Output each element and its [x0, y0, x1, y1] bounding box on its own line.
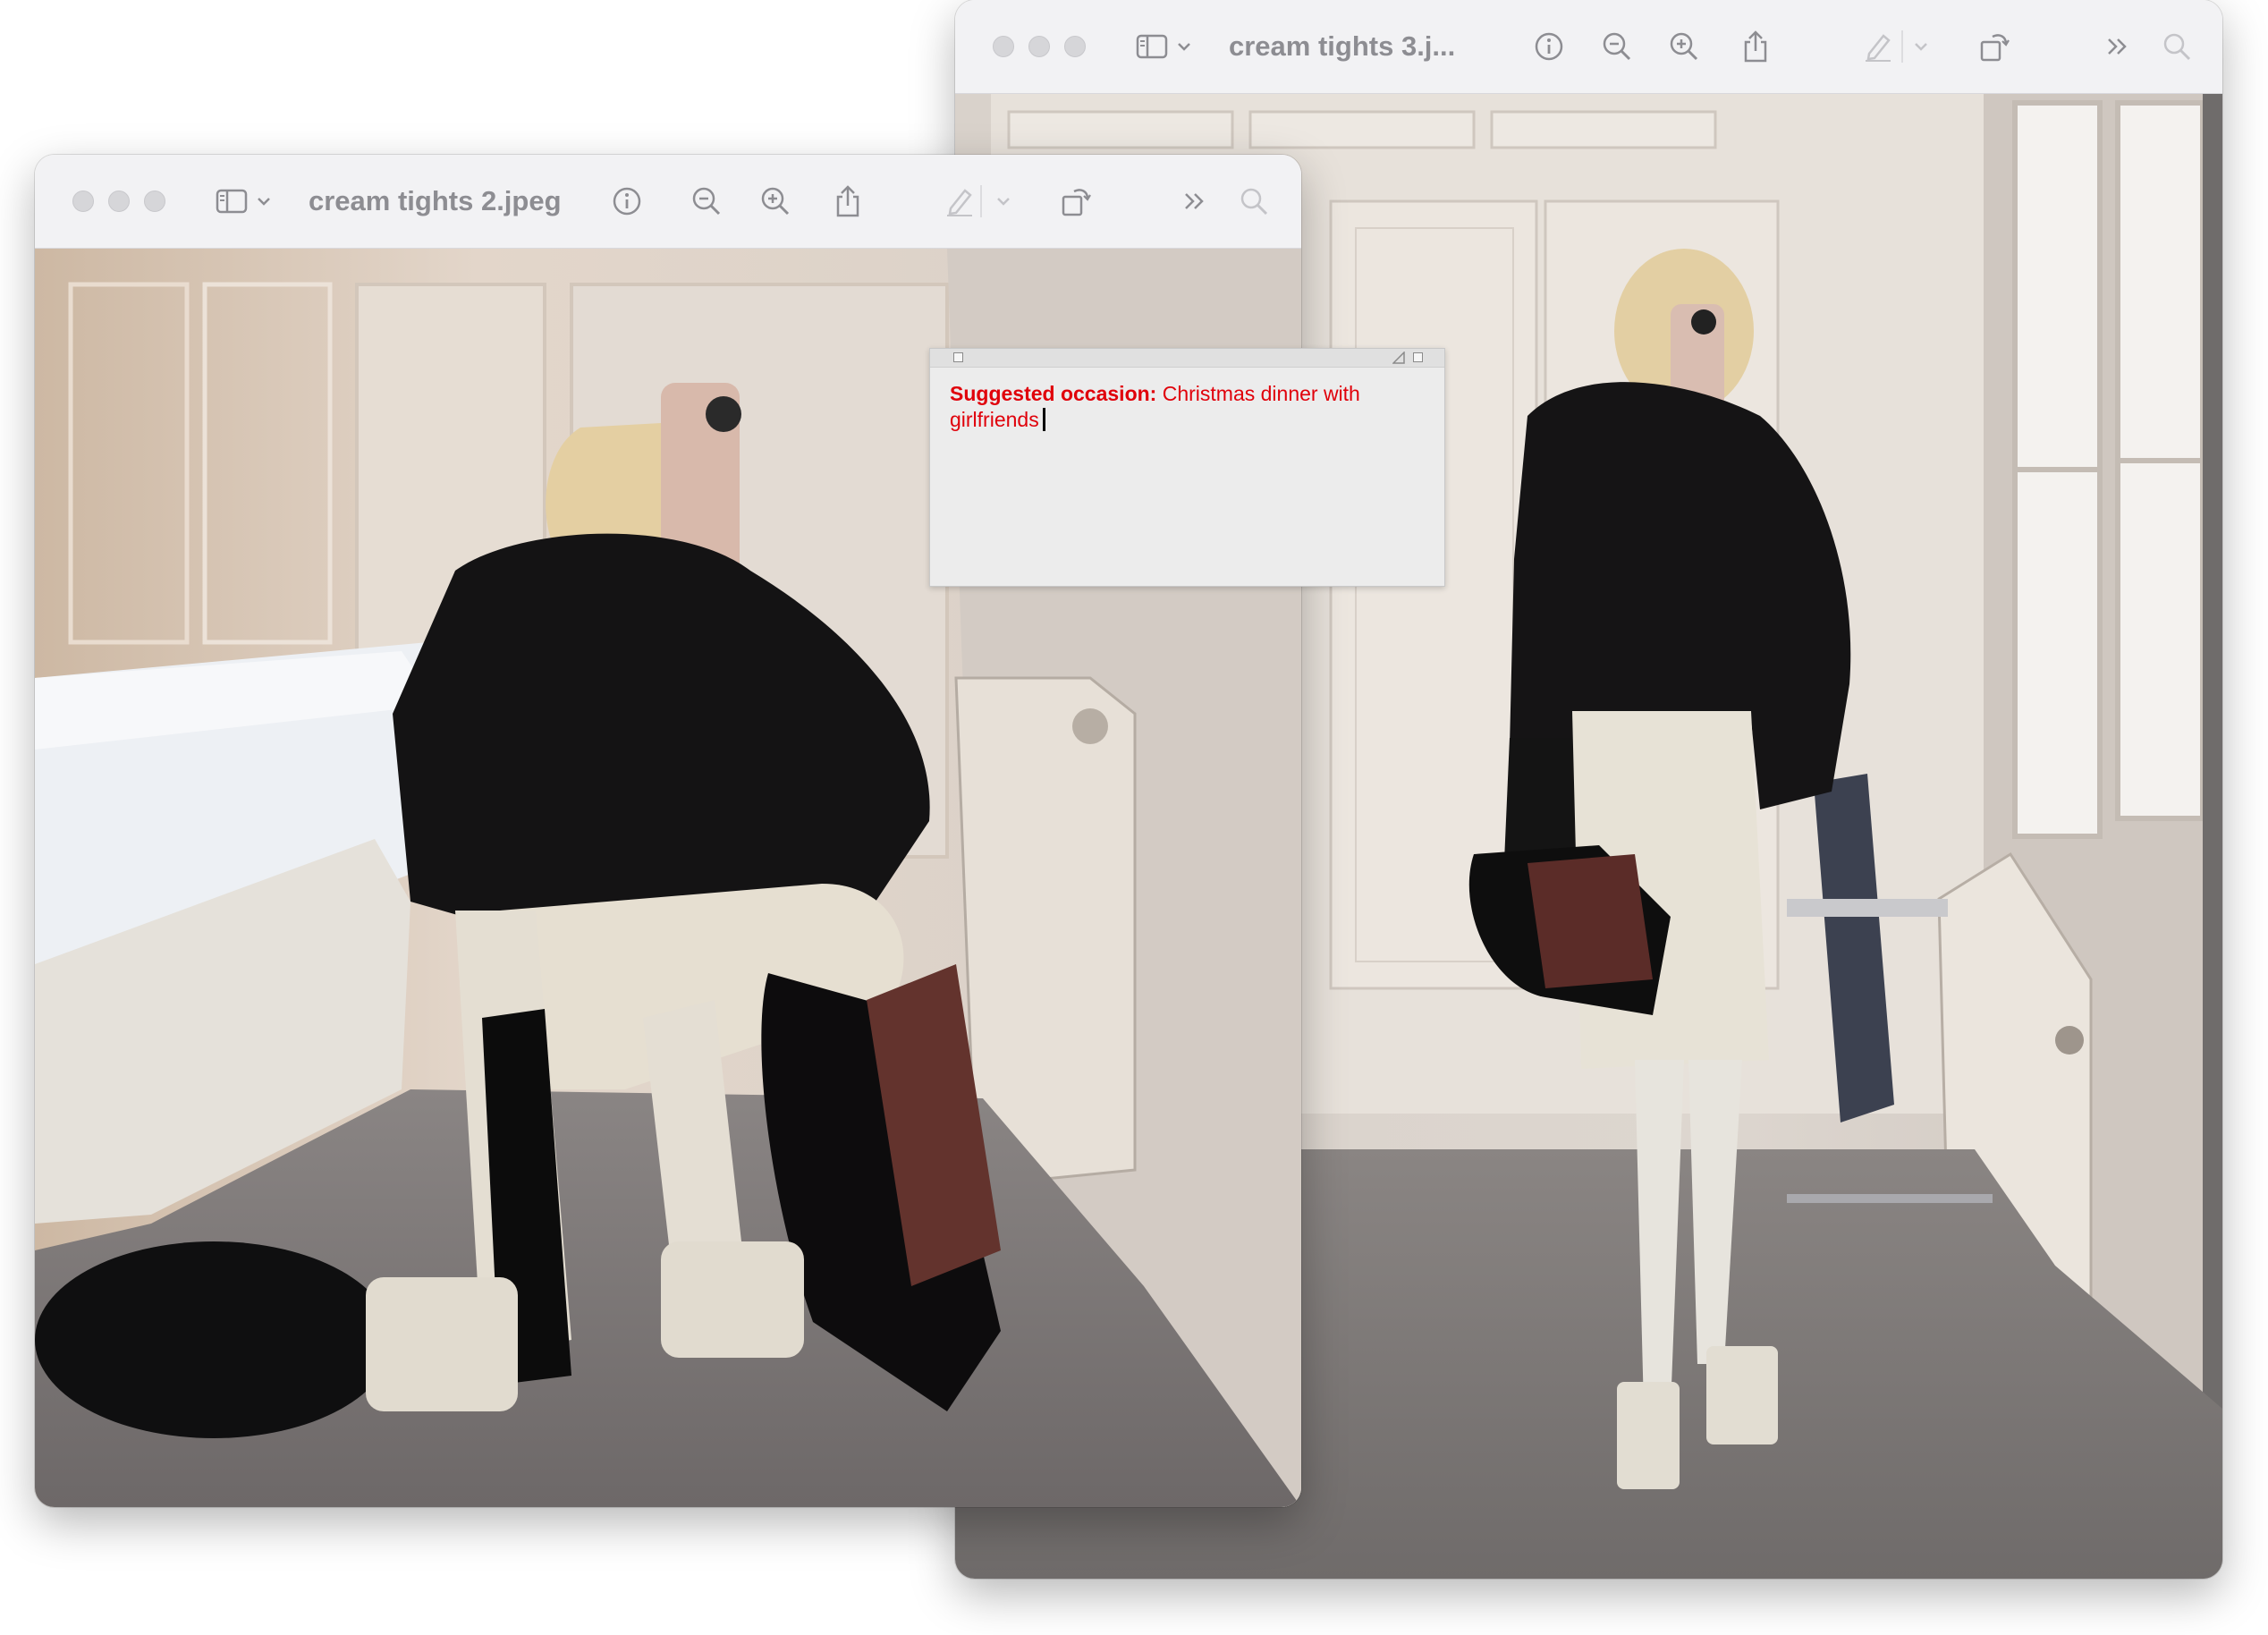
window-toolbar: cream tights 2.jpeg	[35, 155, 1301, 249]
window-controls	[993, 36, 1086, 57]
note-titlebar[interactable]	[930, 349, 1444, 368]
window-title: cream tights 2.jpeg	[309, 185, 562, 216]
resize-icon[interactable]	[1392, 351, 1405, 364]
minimize-button[interactable]	[1028, 36, 1050, 57]
chevron-down-icon[interactable]	[994, 155, 1012, 248]
search-icon[interactable]	[1236, 155, 1272, 248]
note-text[interactable]: Suggested occasion: Christmas dinner wit…	[950, 381, 1426, 433]
close-button[interactable]	[993, 36, 1014, 57]
chevron-down-icon[interactable]	[1175, 0, 1193, 93]
markup-icon[interactable]	[942, 155, 977, 248]
zoom-out-icon[interactable]	[689, 155, 724, 248]
zoom-out-icon[interactable]	[1599, 0, 1635, 93]
search-icon[interactable]	[2159, 0, 2195, 93]
info-icon[interactable]	[1531, 0, 1567, 93]
zoom-in-icon[interactable]	[757, 155, 793, 248]
share-icon[interactable]	[830, 155, 866, 248]
note-collapse-button[interactable]	[1413, 352, 1423, 362]
text-cursor	[1042, 408, 1045, 431]
note-label: Suggested occasion:	[950, 382, 1157, 405]
sidebar-icon[interactable]	[214, 155, 250, 248]
rotate-icon[interactable]	[1976, 0, 2012, 93]
more-icon[interactable]	[2100, 0, 2136, 93]
zoom-in-icon[interactable]	[1666, 0, 1702, 93]
window-toolbar: cream tights 3.j...	[955, 0, 2222, 94]
more-icon[interactable]	[1177, 155, 1213, 248]
share-icon[interactable]	[1738, 0, 1773, 93]
chevron-down-icon[interactable]	[255, 155, 273, 248]
window-title: cream tights 3.j...	[1229, 30, 1456, 62]
sidebar-icon[interactable]	[1134, 0, 1170, 93]
zoom-button[interactable]	[1064, 36, 1086, 57]
toolbar-separator	[980, 185, 982, 217]
minimize-button[interactable]	[108, 191, 130, 212]
close-button[interactable]	[72, 191, 94, 212]
zoom-button[interactable]	[144, 191, 165, 212]
note-annotation[interactable]: Suggested occasion: Christmas dinner wit…	[929, 348, 1445, 587]
info-icon[interactable]	[609, 155, 645, 248]
window-controls	[72, 191, 165, 212]
note-close-button[interactable]	[953, 352, 963, 362]
chevron-down-icon[interactable]	[1912, 0, 1930, 93]
toolbar-separator	[1901, 30, 1903, 63]
rotate-icon[interactable]	[1058, 155, 1094, 248]
markup-icon[interactable]	[1860, 0, 1896, 93]
